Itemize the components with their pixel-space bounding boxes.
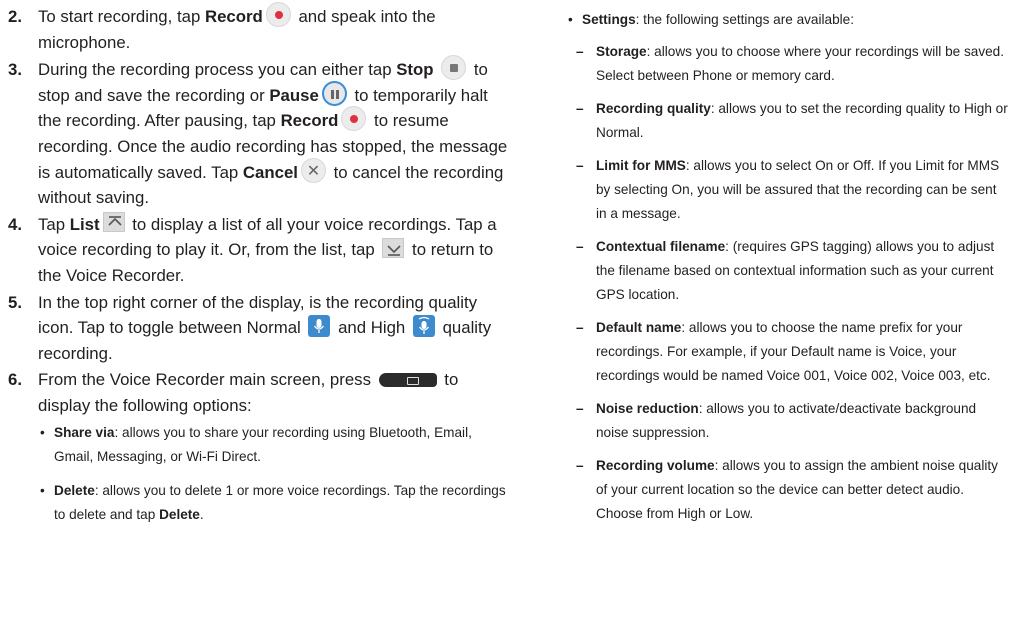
step-number: 5. <box>8 292 22 312</box>
option-desc: : the following settings are available: <box>635 12 855 27</box>
step-bold: Record <box>204 7 263 26</box>
step-bold: Stop <box>396 60 434 80</box>
option-end: . <box>199 506 204 522</box>
step-2: 2. To start recording, tap Record and sp… <box>8 2 508 55</box>
step-4: 4. Tap List to display a list of all you… <box>8 212 508 289</box>
sub-item: – Contextual filename: (requires GPS tagg… <box>572 235 1008 307</box>
dash: – <box>576 44 584 59</box>
left-column: 2. To start recording, tap Record and sp… <box>8 2 508 537</box>
step-text: and High <box>333 318 410 338</box>
list-icon <box>102 212 125 233</box>
sub-item: – Limit for MMS: allows you to select On … <box>572 154 1008 226</box>
dash: – <box>576 239 584 254</box>
step-text: Tap <box>38 214 70 234</box>
step-6: 6. From the Voice Recorder main screen, … <box>8 367 508 526</box>
sub-name: Default name <box>596 320 682 335</box>
cancel-icon: ✕ <box>300 157 326 183</box>
stop-icon <box>441 55 467 81</box>
options-list: Share via: allows you to share your reco… <box>38 421 508 527</box>
sub-item: – Recording volume: allows you to assign … <box>572 454 1008 526</box>
settings-sublist: – Storage: allows you to choose where you… <box>572 40 1008 526</box>
sub-name: Recording quality <box>596 101 711 116</box>
option-name: Delete <box>54 482 95 498</box>
sub-item: – Noise reduction: allows you to activate… <box>572 397 1008 445</box>
dash: – <box>576 401 584 416</box>
right-column: Settings: the following settings are ava… <box>568 8 1008 535</box>
option-desc: : allows you to delete 1 or more voice r… <box>54 482 506 522</box>
sub-item: – Storage: allows you to choose where you… <box>572 40 1008 88</box>
list-item: Share via: allows you to share your reco… <box>38 421 508 469</box>
option-name: Share via <box>54 424 115 440</box>
sub-name: Contextual filename <box>596 239 726 254</box>
step-number: 3. <box>8 60 22 80</box>
option-desc: : allows you to share your recording usi… <box>54 424 472 464</box>
record-icon <box>341 106 367 132</box>
step-3: 3. During the recording process you can … <box>8 55 508 211</box>
step-text: In the top right corner of the display, … <box>38 292 478 338</box>
step-5: 5. In the top right corner of the displa… <box>8 290 508 367</box>
step-bold: Cancel <box>242 162 298 182</box>
high-quality-mic-icon <box>412 314 435 337</box>
dash: – <box>576 320 584 335</box>
sub-name: Limit for MMS <box>596 158 686 173</box>
normal-quality-mic-icon <box>308 314 331 337</box>
dash: – <box>576 101 584 116</box>
pause-icon <box>321 80 347 106</box>
step-number: 4. <box>8 214 22 234</box>
dash: – <box>576 458 584 473</box>
step-bold: Pause <box>269 85 319 105</box>
step-text: To start recording, tap <box>38 7 205 26</box>
step-text: From the Voice Recorder main screen, pre… <box>38 370 376 390</box>
option-name: Settings <box>582 12 636 27</box>
step-bold: List <box>69 214 100 234</box>
step-number: 2. <box>8 7 22 26</box>
option-name: Delete <box>159 506 200 522</box>
sub-item: – Default name: allows you to choose the … <box>572 316 1008 388</box>
sub-name: Recording volume <box>596 458 715 473</box>
record-icon <box>265 2 291 28</box>
step-bold: Record <box>280 111 339 131</box>
menu-key-icon <box>378 372 437 387</box>
sub-desc: : allows you to choose where your record… <box>596 44 1005 83</box>
sub-name: Noise reduction <box>596 401 699 416</box>
list-item: Settings: the following settings are ava… <box>568 8 1008 32</box>
sub-item: – Recording quality: allows you to set th… <box>572 97 1008 145</box>
list-item: Delete: allows you to delete 1 or more v… <box>38 479 508 527</box>
step-number: 6. <box>8 370 22 390</box>
step-text: During the recording process you can eit… <box>38 60 397 80</box>
dash: – <box>576 158 584 173</box>
sub-name: Storage <box>596 44 647 59</box>
return-icon <box>382 237 405 258</box>
